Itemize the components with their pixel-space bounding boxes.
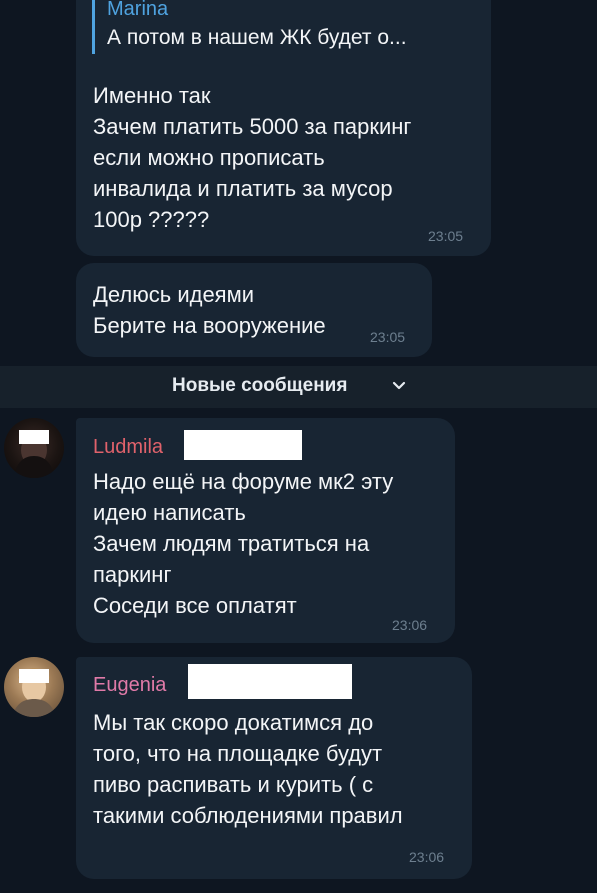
new-messages-divider[interactable]: Новые сообщения — [0, 366, 597, 408]
message-text: Именно так Зачем платить 5000 за паркинг… — [93, 83, 412, 232]
sender-name[interactable]: Eugenia — [93, 672, 166, 698]
message-bubble[interactable]: Eugenia Мы так скоро докатимся до того, … — [76, 657, 472, 879]
sender-name[interactable]: Ludmila — [93, 434, 163, 460]
reply-sender-name: Marina — [107, 0, 169, 20]
message-time: 23:06 — [409, 849, 445, 865]
new-messages-label: Новые сообщения — [172, 375, 348, 396]
message-time: 23:06 — [392, 617, 428, 633]
message-text: Делюсь идеями Берите на вооружение — [93, 282, 326, 338]
reply-preview[interactable]: Marina А потом в нашем ЖК будет о... — [92, 0, 477, 54]
censor-bar — [19, 669, 49, 683]
redacted-name — [184, 430, 302, 460]
message-time: 23:05 — [428, 228, 464, 244]
message-time: 23:05 — [370, 329, 406, 345]
avatar[interactable] — [4, 657, 64, 717]
message-bubble[interactable]: Ludmila Надо ещё на форуме мк2 эту идею … — [76, 418, 455, 643]
message-text: Мы так скоро докатимся до того, что на п… — [93, 710, 403, 828]
avatar[interactable] — [4, 418, 64, 478]
censor-bar — [19, 430, 49, 444]
message-text: Надо ещё на форуме мк2 эту идею написать… — [93, 469, 394, 618]
redacted-name — [188, 664, 352, 699]
message-bubble[interactable]: Делюсь идеями Берите на вооружение 23:05 — [76, 263, 432, 357]
reply-text: А потом в нашем ЖК будет о... — [107, 26, 407, 49]
message-bubble[interactable]: Marina А потом в нашем ЖК будет о... Име… — [76, 0, 491, 256]
chevron-down-icon[interactable] — [391, 378, 407, 399]
